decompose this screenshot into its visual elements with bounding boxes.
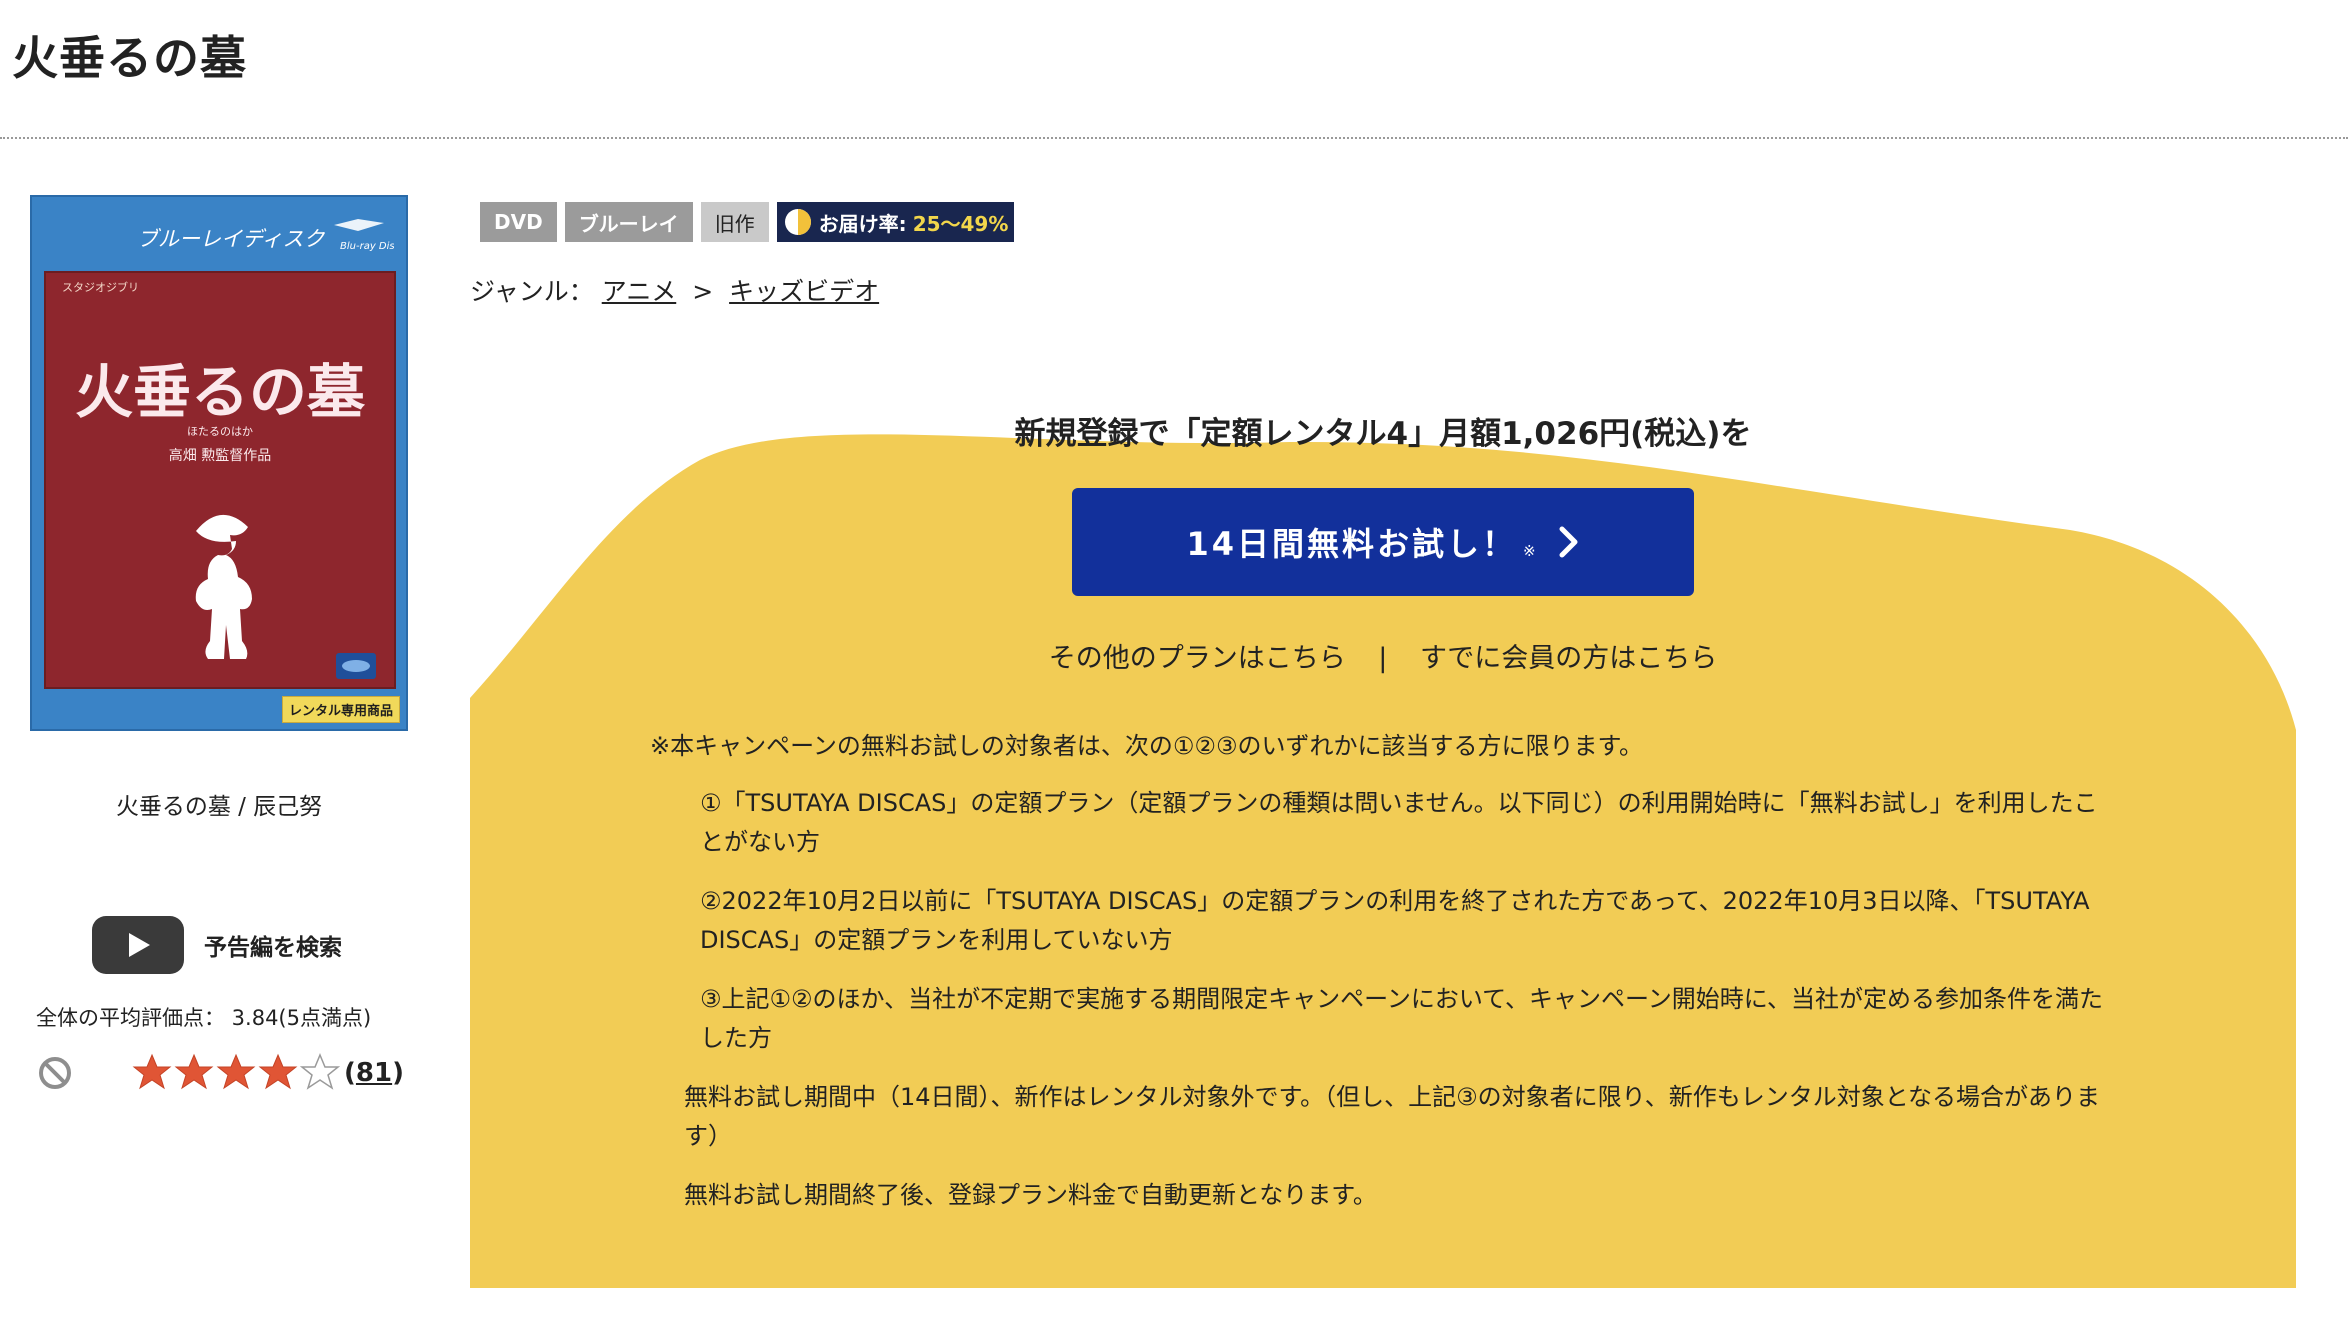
star-filled-icon bbox=[132, 1053, 172, 1090]
cover-bluray-text: ブルーレイディスク bbox=[137, 227, 325, 251]
product-caption: 火垂るの墓 / 辰己努 bbox=[115, 794, 323, 820]
genre-breadcrumb: ジャンル： アニメ > キッズビデオ bbox=[470, 272, 879, 308]
star-filled-icon bbox=[258, 1053, 298, 1090]
delivery-rate: 25〜49% bbox=[912, 211, 1009, 236]
trailer-label: 予告編を検索 bbox=[204, 935, 342, 961]
cover-rental-tag: レンタル専用商品 bbox=[281, 696, 400, 723]
child-silhouette-icon bbox=[195, 514, 252, 659]
page-title: 火垂るの墓 bbox=[12, 31, 247, 85]
plan-links: その他のプランはこちら | すでに会員の方はこちら bbox=[470, 636, 2296, 675]
genre-link-anime[interactable]: アニメ bbox=[602, 277, 677, 306]
genre-link-kids-video[interactable]: キッズビデオ bbox=[729, 277, 879, 306]
trailer-search-button[interactable]: 予告編を検索 bbox=[92, 916, 382, 974]
badge-old-release: 旧作 bbox=[700, 202, 769, 242]
badges: DVD ブルーレイ 旧作 お届け率: 25〜49% bbox=[480, 202, 1015, 242]
campaign-title: 新規登録で「定額レンタル4」月額1,026円(税込)を bbox=[1014, 416, 1752, 452]
genre-label: ジャンル： bbox=[470, 277, 594, 306]
badge-delivery-rate: お届け率: 25〜49% bbox=[776, 202, 1015, 242]
cover-artwork: スタジオジブリ 火垂るの墓 ほたるのはか 高畑 勲監督作品 bbox=[44, 271, 396, 689]
cover-director: 高畑 勲監督作品 bbox=[168, 448, 272, 464]
delivery-label: お届け率: bbox=[818, 211, 907, 236]
breadcrumb-separator: > bbox=[692, 277, 714, 306]
cover-bluray-mini-icon bbox=[336, 653, 376, 679]
star-empty-icon bbox=[300, 1053, 340, 1090]
cover-studio-logo: スタジオジブリ bbox=[62, 281, 139, 294]
star-filled-icon bbox=[216, 1053, 256, 1090]
chevron-right-icon bbox=[1559, 526, 1578, 558]
cover-bluray-banner: ブルーレイディスク Blu-ray Disc bbox=[32, 197, 406, 267]
trial-asterisk: ※ bbox=[1522, 542, 1536, 560]
badge-dvd: DVD bbox=[480, 202, 557, 242]
member-login-link[interactable]: すでに会員の方はこちら bbox=[1420, 643, 1717, 674]
star-rating[interactable] bbox=[132, 1052, 340, 1096]
cover-subtitle: ほたるのはか bbox=[187, 425, 253, 438]
svg-text:Blu-ray Disc: Blu-ray Disc bbox=[340, 241, 394, 252]
rating-row: (81) bbox=[36, 1052, 408, 1096]
half-moon-icon bbox=[784, 209, 811, 235]
condition-item: ③上記①②のほか、当社が不定期で実施する期間限定キャンペーンにおいて、キャンペー… bbox=[700, 985, 2104, 1052]
title-divider bbox=[0, 137, 2348, 139]
play-icon bbox=[92, 916, 184, 974]
condition-item: ②2022年10月2日以前に「TSUTAYA DISCAS」の定額プランの利用を… bbox=[700, 887, 2090, 954]
condition-item: ①「TSUTAYA DISCAS」の定額プラン（定額プランの種類は問いません。以… bbox=[700, 789, 2098, 856]
ban-icon[interactable] bbox=[38, 1056, 72, 1090]
free-trial-label: 14日間無料お試し！ bbox=[1186, 525, 1517, 563]
link-divider: | bbox=[1378, 643, 1388, 674]
review-count: (81) bbox=[344, 1058, 404, 1088]
average-rating: 全体の平均評価点： 3.84(5点満点) bbox=[36, 1006, 372, 1030]
other-plans-link[interactable]: その他のプランはこちら bbox=[1049, 643, 1346, 674]
star-filled-icon bbox=[174, 1053, 214, 1090]
badge-bluray: ブルーレイ bbox=[564, 202, 693, 242]
cover-title: 火垂るの墓 bbox=[74, 358, 365, 426]
campaign-paragraph: 無料お試し期間中（14日間）、新作はレンタル対象外です。（但し、上記③の対象者に… bbox=[684, 1083, 2100, 1150]
campaign-paragraph: 無料お試し期間終了後、登録プラン料金で自動更新となります。 bbox=[684, 1181, 1377, 1209]
review-count-link[interactable]: 81 bbox=[356, 1058, 392, 1088]
cover-image[interactable]: ブルーレイディスク Blu-ray Disc スタジオジブリ 火垂るの墓 ほたる… bbox=[30, 195, 408, 731]
free-trial-button[interactable]: 14日間無料お試し！ ※ bbox=[1072, 488, 1694, 596]
campaign-note: ※本キャンペーンの無料お試しの対象者は、次の①②③のいずれかに該当する方に限りま… bbox=[650, 732, 1644, 760]
bluray-logo-icon: Blu-ray Disc bbox=[334, 219, 394, 252]
